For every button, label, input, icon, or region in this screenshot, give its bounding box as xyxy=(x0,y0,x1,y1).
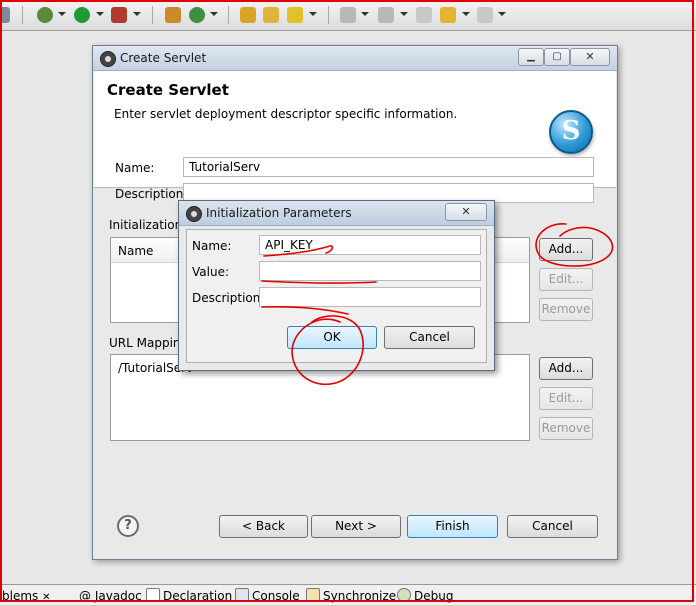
tab-debug-label: Debug xyxy=(414,589,454,603)
chevron-down-icon[interactable] xyxy=(309,12,317,16)
close-icon[interactable]: ✕ xyxy=(42,592,50,603)
toolbar-separator xyxy=(328,6,329,24)
url-add-button[interactable]: Add... xyxy=(539,357,593,380)
dialog-window-title: Create Servlet xyxy=(120,51,207,65)
chevron-down-icon[interactable] xyxy=(58,12,66,16)
finish-button[interactable]: Finish xyxy=(407,515,498,538)
debug-icon xyxy=(397,588,411,602)
description-label: Description: xyxy=(115,187,188,201)
open-type-icon[interactable] xyxy=(240,7,256,23)
chevron-down-icon[interactable] xyxy=(498,12,506,16)
tab-declaration[interactable]: Declaration xyxy=(146,588,232,604)
popup-title: Initialization Parameters xyxy=(206,206,352,220)
servlet-name-field[interactable]: TutorialServ xyxy=(183,157,594,177)
tab-javadoc-label: Javadoc xyxy=(94,589,142,603)
wand-icon[interactable] xyxy=(287,7,303,23)
ok-button[interactable]: OK xyxy=(287,326,377,349)
perspective-icon[interactable] xyxy=(0,7,10,23)
back-button[interactable]: < Back xyxy=(219,515,308,538)
eclipse-icon xyxy=(186,206,202,222)
chevron-down-icon[interactable] xyxy=(400,12,408,16)
dialog-titlebar[interactable]: Create Servlet ▁ ▢ ✕ xyxy=(93,46,617,71)
param-description-field[interactable] xyxy=(259,287,481,307)
tab-problems[interactable]: blems ✕ xyxy=(2,588,51,604)
name-column-label: Name xyxy=(118,244,154,258)
toolbar-separator xyxy=(152,6,153,24)
chevron-down-icon[interactable] xyxy=(210,12,218,16)
chevron-down-icon[interactable] xyxy=(96,12,104,16)
popup-content: Name: API_KEY Value: Description: OK Can… xyxy=(186,229,487,363)
init-params-section-label: Initialization xyxy=(109,218,183,232)
close-button[interactable]: ✕ xyxy=(570,48,610,66)
nav-down-icon[interactable] xyxy=(340,7,356,23)
back-icon[interactable] xyxy=(440,7,456,23)
bottom-view-tabs: blems ✕ @ Javadoc Declaration Console Sy… xyxy=(0,584,696,605)
toolbar-separator xyxy=(228,6,229,24)
init-edit-button[interactable]: Edit... xyxy=(539,268,593,291)
url-remove-button[interactable]: Remove xyxy=(539,417,593,440)
tab-javadoc[interactable]: @ Javadoc xyxy=(79,588,142,604)
chevron-down-icon[interactable] xyxy=(462,12,470,16)
popup-cancel-button[interactable]: Cancel xyxy=(384,326,475,349)
help-icon[interactable]: ? xyxy=(117,515,139,537)
param-name-label: Name: xyxy=(192,239,232,253)
init-add-button[interactable]: Add... xyxy=(539,238,593,261)
tab-problems-label: blems xyxy=(2,589,39,603)
tab-synchronize[interactable]: Synchronize xyxy=(306,588,396,604)
external-tools-icon[interactable] xyxy=(111,7,127,23)
eclipse-icon xyxy=(100,51,116,67)
open-folder-icon[interactable] xyxy=(263,7,279,23)
refresh-icon[interactable] xyxy=(189,7,205,23)
at-icon: @ xyxy=(79,589,95,603)
popup-close-button[interactable]: ✕ xyxy=(445,203,487,221)
next-button[interactable]: Next > xyxy=(311,515,401,538)
tab-console[interactable]: Console xyxy=(235,588,300,604)
chevron-down-icon[interactable] xyxy=(133,12,141,16)
minimize-button[interactable]: ▁ xyxy=(518,48,544,66)
param-description-label: Description: xyxy=(192,291,265,305)
maximize-button[interactable]: ▢ xyxy=(544,48,570,66)
init-remove-button[interactable]: Remove xyxy=(539,298,593,321)
name-label: Name: xyxy=(115,161,155,175)
new-package-icon[interactable] xyxy=(165,7,181,23)
console-icon xyxy=(235,588,249,602)
param-value-field[interactable] xyxy=(259,261,481,281)
url-mappings-section-label: URL Mapping xyxy=(109,336,189,350)
param-name-field[interactable]: API_KEY xyxy=(259,235,481,255)
tab-declaration-label: Declaration xyxy=(163,589,233,603)
url-edit-button[interactable]: Edit... xyxy=(539,387,593,410)
forward-icon[interactable] xyxy=(477,7,493,23)
cancel-button[interactable]: Cancel xyxy=(507,515,598,538)
toolbar-separator xyxy=(22,6,23,24)
last-edit-icon[interactable] xyxy=(416,7,432,23)
main-toolbar xyxy=(0,0,696,31)
tab-console-label: Console xyxy=(252,589,300,603)
param-value-label: Value: xyxy=(192,265,229,279)
init-params-popup: Initialization Parameters ✕ Name: API_KE… xyxy=(178,200,495,371)
nav-up-icon[interactable] xyxy=(378,7,394,23)
tab-synchronize-label: Synchronize xyxy=(323,589,397,603)
declaration-icon xyxy=(146,588,160,602)
run-icon[interactable] xyxy=(74,7,90,23)
s-logo-icon: S xyxy=(549,110,593,154)
page-title: Create Servlet xyxy=(107,81,229,99)
debug-icon[interactable] xyxy=(37,7,53,23)
popup-titlebar[interactable]: Initialization Parameters ✕ xyxy=(179,201,494,226)
tab-debug[interactable]: Debug xyxy=(397,588,453,604)
page-description: Enter servlet deployment descriptor spec… xyxy=(114,107,458,121)
synchronize-icon xyxy=(306,588,320,602)
chevron-down-icon[interactable] xyxy=(361,12,369,16)
